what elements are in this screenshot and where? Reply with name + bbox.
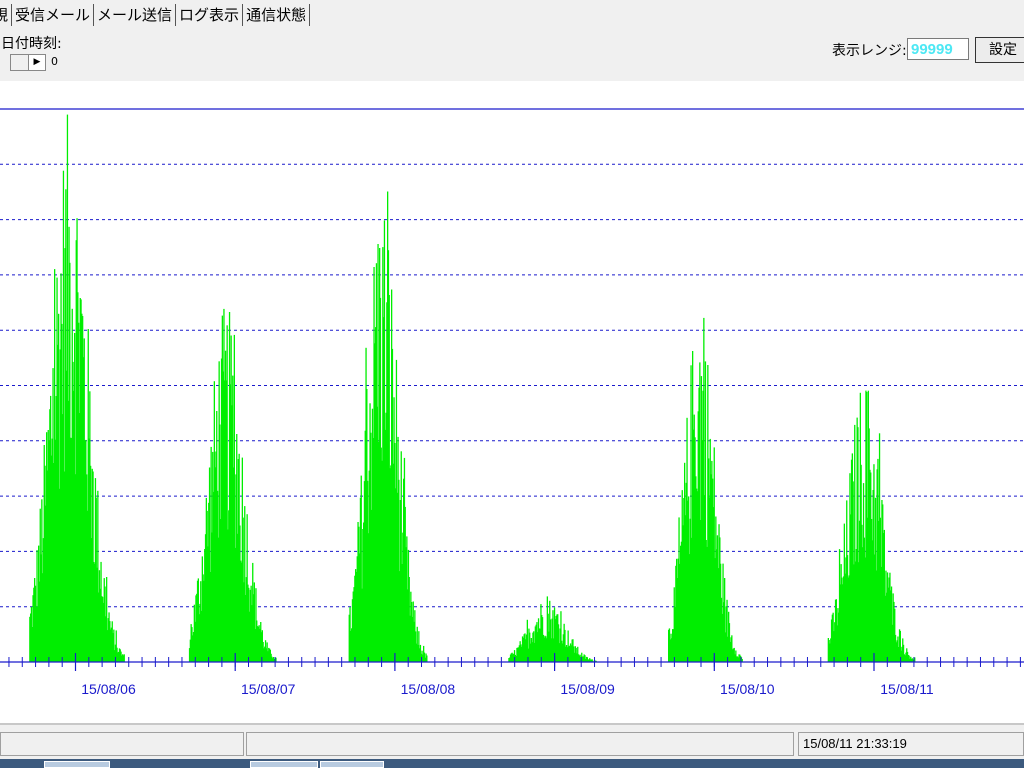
status-timestamp: 15/08/11 21:33:19 bbox=[803, 736, 907, 751]
status-bar: 15/08/11 21:33:19 bbox=[0, 723, 1024, 761]
taskbar-button[interactable] bbox=[44, 761, 110, 768]
taskbar-button[interactable] bbox=[250, 761, 318, 768]
taskbar bbox=[0, 759, 1024, 768]
x-tick-label: 15/08/09 bbox=[560, 681, 615, 697]
traffic-chart: 15/08/06 15/08/07 15/08/08 15/08/09 15/08/10… bbox=[0, 108, 1024, 697]
taskbar-button[interactable] bbox=[320, 761, 384, 768]
spin-right-arrow-icon[interactable]: ▶ bbox=[28, 55, 45, 70]
status-pane-1 bbox=[0, 732, 244, 756]
tab-send-mail[interactable]: メール送信 bbox=[94, 3, 177, 26]
bar bbox=[426, 655, 428, 662]
tab-comm-status[interactable]: 通信状態 bbox=[243, 3, 311, 26]
x-tick-label: 15/08/11 bbox=[880, 681, 934, 697]
tab-bar: 視 受信メール メール送信 ログ表示 通信状態 bbox=[0, 0, 1024, 29]
toolbar: 日付時刻: ▶ 0 表示レンジ: 99999 設定 bbox=[0, 29, 1024, 81]
status-pane-time: 15/08/11 21:33:19 bbox=[798, 732, 1024, 756]
range-label: 表示レンジ: bbox=[832, 43, 907, 59]
x-tick-label: 15/08/06 bbox=[81, 681, 136, 697]
datetime-spinner[interactable]: ▶ bbox=[10, 54, 46, 71]
spinner-value: 0 bbox=[51, 55, 58, 68]
range-input[interactable]: 99999 bbox=[907, 38, 969, 60]
x-tick-label: 15/08/07 bbox=[241, 681, 296, 697]
datetime-label: 日付時刻: bbox=[1, 36, 62, 52]
chart-area: 15/08/06 15/08/07 15/08/08 15/08/09 15/08/10… bbox=[0, 81, 1024, 723]
set-button[interactable]: 設定 bbox=[975, 37, 1024, 63]
tab-overview[interactable]: 視 bbox=[0, 3, 13, 26]
tab-log-view[interactable]: ログ表示 bbox=[176, 3, 244, 26]
tab-received-mail[interactable]: 受信メール bbox=[12, 3, 95, 26]
status-pane-2 bbox=[246, 732, 794, 756]
x-tick-label: 15/08/08 bbox=[401, 681, 456, 697]
bar-series bbox=[29, 114, 916, 663]
bar bbox=[123, 654, 125, 662]
x-tick-label: 15/08/10 bbox=[720, 681, 775, 697]
